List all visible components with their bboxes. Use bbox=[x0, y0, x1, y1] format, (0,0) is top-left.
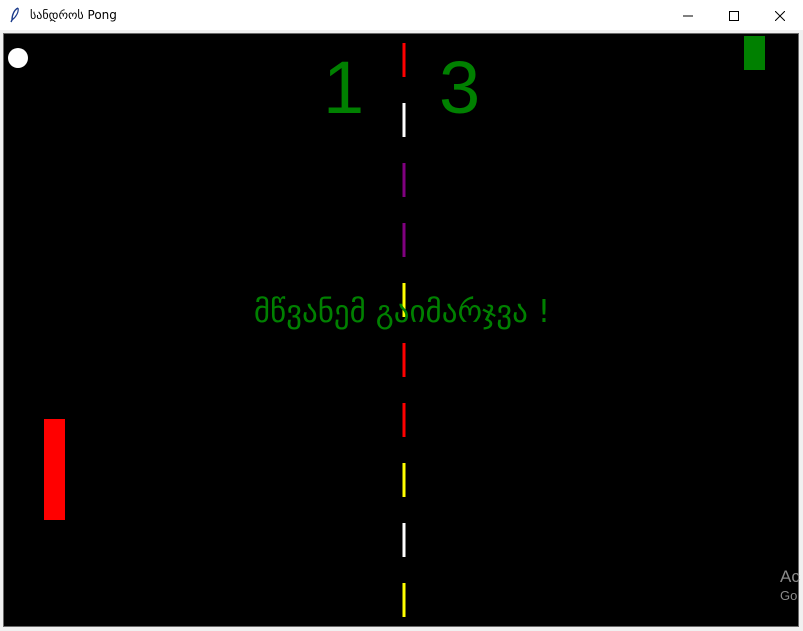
title-bar[interactable]: სანდროს Pong bbox=[0, 0, 803, 30]
left-paddle bbox=[44, 419, 65, 520]
right-score: 3 bbox=[439, 46, 481, 129]
ball bbox=[8, 48, 28, 68]
close-button[interactable] bbox=[757, 0, 803, 30]
minimize-icon bbox=[683, 6, 693, 25]
window-title: სანდროს Pong bbox=[30, 8, 117, 22]
watermark-line-1: Ac bbox=[780, 567, 800, 586]
left-score: 1 bbox=[323, 46, 365, 129]
watermark-line-2: Go bbox=[780, 588, 798, 603]
winner-message: მწვანემ გაიმარჯვა ! bbox=[253, 294, 551, 330]
right-paddle bbox=[744, 36, 765, 70]
maximize-button[interactable] bbox=[711, 0, 757, 30]
close-icon bbox=[774, 6, 786, 25]
minimize-button[interactable] bbox=[665, 0, 711, 30]
maximize-icon bbox=[729, 6, 739, 25]
game-canvas[interactable]: 1 3 მწვანემ გაიმარჯვა ! bbox=[3, 33, 799, 627]
feather-icon bbox=[9, 7, 21, 23]
game-window-frame: 1 3 მწვანემ გაიმარჯვა ! bbox=[0, 30, 803, 631]
activate-windows-watermark: Ac Go bbox=[780, 567, 803, 617]
